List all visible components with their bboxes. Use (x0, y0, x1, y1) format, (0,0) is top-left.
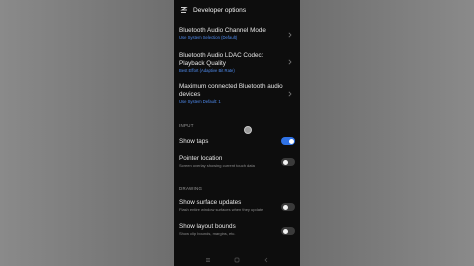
phone-screen: Developer options Bluetooth Audio Channe… (174, 0, 300, 266)
chevron-right-icon (287, 58, 293, 66)
back-icon[interactable] (263, 250, 269, 266)
touch-indicator-dot (244, 126, 252, 134)
bt-max-devices-item[interactable]: Maximum connected Bluetooth audio device… (179, 83, 297, 105)
show-taps-toggle[interactable] (281, 137, 295, 145)
page-title: Developer options (193, 7, 247, 14)
show-surface-updates-toggle[interactable] (281, 203, 295, 211)
bt-ldac-codec-item[interactable]: Bluetooth Audio LDAC Codec: Playback Qua… (179, 52, 297, 74)
background-right (300, 0, 474, 266)
item-title: Maximum connected Bluetooth audio device… (179, 83, 283, 98)
item-subtitle: Use System Default: 1 (179, 99, 221, 104)
toggle-knob (282, 204, 288, 210)
show-layout-bounds-toggle[interactable] (281, 227, 295, 235)
item-description: Screen overlay showing current touch dat… (179, 163, 255, 168)
item-subtitle: Best Effort (Adaptive Bit Rate) (179, 68, 235, 73)
home-icon[interactable] (234, 250, 240, 266)
menu-icon[interactable] (205, 250, 211, 266)
section-header-input: INPUT (179, 123, 194, 128)
show-surface-updates-item[interactable]: Show surface updates Flash entire window… (179, 199, 297, 213)
pointer-location-item[interactable]: Pointer location Screen overlay showing … (179, 155, 297, 169)
app-header: Developer options (174, 0, 300, 22)
toggle-knob (282, 228, 288, 234)
bt-channel-mode-item[interactable]: Bluetooth Audio Channel Mode Use System … (179, 27, 297, 41)
show-layout-bounds-item[interactable]: Show layout bounds Show clip bounds, mar… (179, 223, 297, 237)
item-title: Bluetooth Audio Channel Mode (179, 27, 266, 34)
item-title: Pointer location (179, 155, 223, 162)
show-taps-item[interactable]: Show taps (179, 137, 297, 146)
item-title: Show surface updates (179, 199, 242, 206)
item-title: Show taps (179, 138, 209, 145)
section-header-drawing: DRAWING (179, 186, 203, 191)
item-description: Show clip bounds, margins, etc. (179, 231, 236, 236)
toggle-knob (282, 159, 288, 165)
item-description: Flash entire window surfaces when they u… (179, 207, 264, 212)
chevron-right-icon (287, 31, 293, 39)
item-title: Show layout bounds (179, 223, 236, 230)
item-title: Bluetooth Audio LDAC Codec: Playback Qua… (179, 52, 264, 67)
item-subtitle: Use System Selection (Default) (179, 35, 238, 40)
navigation-bar (174, 252, 300, 266)
toggle-knob (288, 138, 294, 144)
background-left (0, 0, 174, 266)
chevron-right-icon (287, 90, 293, 98)
zz-logo-icon[interactable] (180, 6, 188, 14)
pointer-location-toggle[interactable] (281, 158, 295, 166)
